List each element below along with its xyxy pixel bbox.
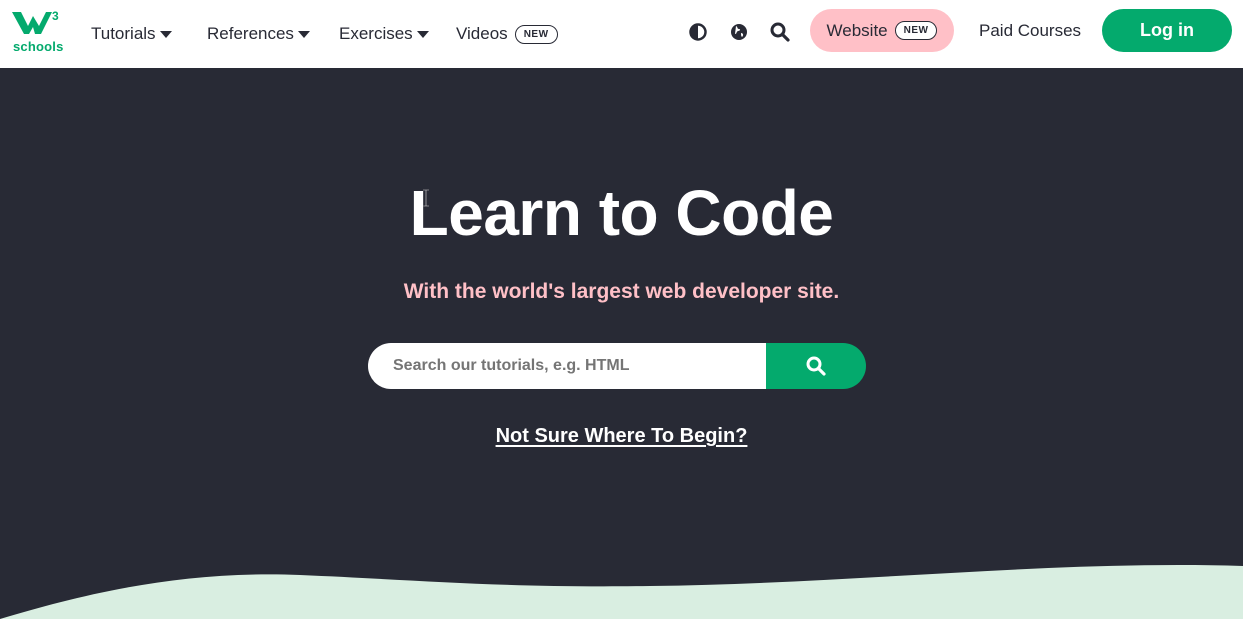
top-navigation: 3 schools Tutorials References Exercises… [0,0,1243,68]
text-cursor-icon [423,189,429,207]
website-button[interactable]: Website NEW [810,9,954,52]
caret-down-icon [416,31,429,38]
nav-tutorials-label: Tutorials [91,24,156,43]
nav-tutorials[interactable]: Tutorials [91,0,172,68]
decorative-wave [0,565,1243,619]
search-icon [770,22,790,42]
nav-videos[interactable]: Videos NEW [456,0,558,68]
new-badge: NEW [514,24,558,44]
search-toggle-button[interactable] [769,21,791,43]
caret-down-icon [159,31,172,38]
caret-down-icon [297,31,310,38]
new-badge: NEW [894,21,938,40]
contrast-toggle-button[interactable] [687,21,709,43]
globe-icon [731,24,747,40]
svg-text:3: 3 [52,9,59,23]
hero-title: Learn to Code [409,177,834,249]
begin-link-container: Not Sure Where To Begin? [0,425,1243,448]
paid-courses-link[interactable]: Paid Courses [979,0,1081,62]
search-icon [806,356,826,376]
tutorial-search-button[interactable] [766,343,866,389]
language-button[interactable] [728,21,750,43]
login-button[interactable]: Log in [1102,9,1232,52]
logo-text: schools [13,39,64,54]
nav-references[interactable]: References [207,0,310,68]
nav-videos-label: Videos [456,24,508,43]
tutorial-search-input[interactable] [368,343,766,389]
contrast-icon [689,23,707,41]
hero-subtitle: With the world's largest web developer s… [403,280,840,303]
nav-exercises-label: Exercises [339,24,413,43]
tutorial-search [368,343,866,389]
w3schools-logo[interactable]: 3 schools [12,8,64,56]
nav-exercises[interactable]: Exercises [339,0,429,68]
website-label: Website [826,20,888,40]
nav-references-label: References [207,24,294,43]
w3schools-logo-icon: 3 [12,9,59,34]
not-sure-where-to-begin-link[interactable]: Not Sure Where To Begin? [496,425,748,447]
